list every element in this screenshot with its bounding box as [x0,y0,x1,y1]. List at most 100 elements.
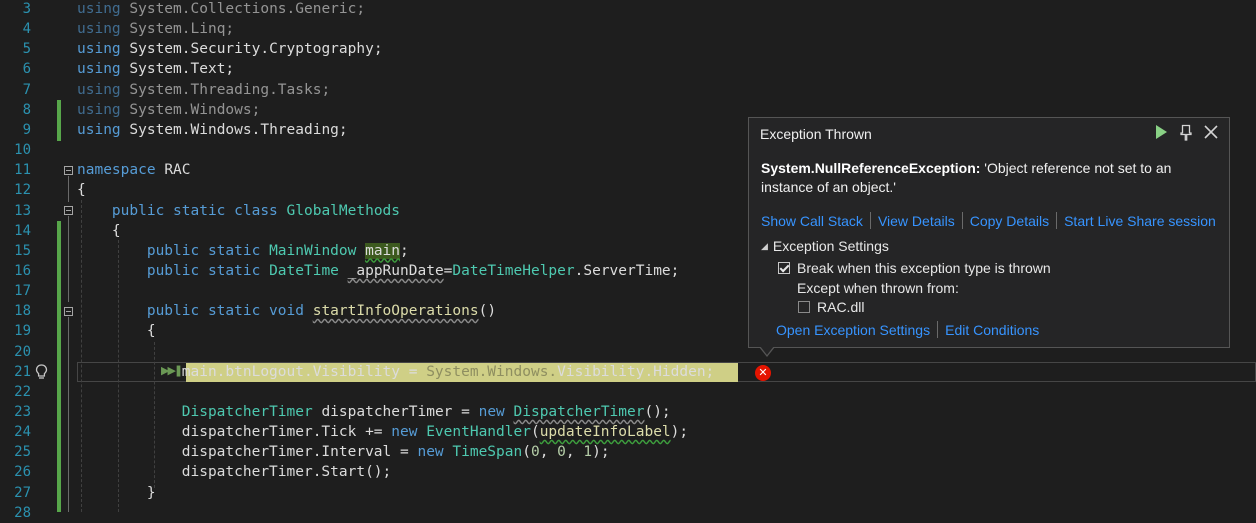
code-token: { [77,323,156,340]
code-line[interactable]: 22 [0,382,1256,402]
break-label: Break when this exception type is thrown [797,260,1051,276]
code-token: , [539,444,558,461]
line-number: 25 [14,444,31,461]
edit-conditions-link[interactable]: Edit Conditions [945,322,1039,338]
line-number: 15 [14,242,31,259]
code-text: using System.Text; [77,59,234,79]
code-token: using [77,21,130,38]
code-line[interactable]: 26 dispatcherTimer.Start(); [0,462,1256,482]
exception-helper-popup[interactable]: Exception Thrown System.NullReferenceExc… [748,117,1230,348]
code-token: () [478,303,497,320]
module-checkbox[interactable] [798,301,810,313]
code-token: dispatcherTimer.Start(); [77,464,392,481]
code-token: new [391,424,427,441]
code-text: public static MainWindow main; [77,241,409,261]
code-text: { [77,221,121,241]
code-token: DateTimeHelper [452,262,575,279]
code-token: using [77,1,130,17]
code-line[interactable]: 24 dispatcherTimer.Tick += new EventHand… [0,422,1256,442]
code-line[interactable]: 6 using System.Text; [0,59,1256,79]
execution-pointer-icon: ▶▶❚ [161,364,183,377]
code-token: ); [670,424,689,441]
code-token: .ServerTime; [574,262,680,279]
code-text: { [77,180,86,200]
code-text: dispatcherTimer.Interval = new TimeSpan(… [77,442,610,462]
copy-details-link[interactable]: Copy Details [970,213,1049,229]
line-number: 17 [14,283,31,300]
code-token: System.Text; [129,61,235,78]
line-number: 5 [22,41,31,58]
link-separator [961,212,963,229]
start-live-share-link[interactable]: Start Live Share session [1064,213,1216,229]
line-number: 24 [14,424,31,441]
code-token: dispatcherTimer = [321,404,479,420]
line-number: 19 [14,323,31,340]
code-token: (); [644,404,671,420]
code-token: using [77,61,130,78]
code-token: DispatcherTimer [181,404,322,420]
open-exception-settings-link[interactable]: Open Exception Settings [776,322,930,338]
exception-settings-label: Exception Settings [772,238,889,254]
error-icon[interactable]: ✕ [755,365,771,381]
exception-settings-toggle[interactable]: ◢ Exception Settings [761,238,889,254]
code-line[interactable]: 28 [0,503,1256,523]
code-text: } [77,483,156,503]
code-line[interactable]: 3 using System.Collections.Generic; [0,0,1256,19]
code-token: using [77,41,130,58]
code-token: System.Windows.Threading; [129,121,348,138]
code-text: namespace RAC [77,160,191,180]
code-token: _appRunDate [347,262,444,279]
code-token: System.Security.Cryptography; [129,41,383,58]
link-separator [1056,212,1058,229]
code-token: using [77,101,130,118]
code-token: System.Windows; [129,101,261,118]
line-number: 7 [22,81,31,98]
code-text: using System.Windows; [77,100,260,120]
code-text: using System.Security.Cryptography; [77,39,383,59]
code-token: 1 [583,444,593,461]
code-line[interactable]: 25 dispatcherTimer.Interval = new TimeSp… [0,442,1256,462]
pin-icon[interactable] [1178,123,1194,141]
code-line[interactable]: 23 DispatcherTimer dispatcherTimer = new… [0,402,1256,422]
continue-play-icon[interactable] [1153,123,1169,141]
code-token: public static [146,242,270,259]
show-call-stack-link[interactable]: Show Call Stack [761,213,863,229]
code-line[interactable]: 21 main.btnLogout.Visibility = System.Wi… [0,362,1256,382]
line-number: 26 [14,464,31,481]
line-number: 9 [22,121,31,138]
module-checkbox-row[interactable]: RAC.dll [798,299,864,315]
module-label: RAC.dll [817,299,865,315]
code-token: System.Windows. [426,363,558,380]
line-number: 10 [14,142,31,159]
code-line[interactable]: 27 } [0,483,1256,503]
code-text: dispatcherTimer.Tick += new EventHandler… [77,422,688,442]
code-text: { [77,321,156,341]
code-line[interactable]: 5 using System.Security.Cryptography; [0,39,1256,59]
code-token: using [77,81,130,98]
close-icon[interactable] [1203,123,1219,141]
code-token: MainWindow [269,242,366,259]
break-checkbox-row[interactable]: Break when this exception type is thrown [778,260,1051,276]
code-token: GlobalMethods [286,202,401,219]
code-token: main.btnLogout.Visibility = [77,363,427,380]
code-token: TimeSpan [452,444,523,461]
code-token: startInfoOperations [312,303,479,320]
code-token: using [77,121,130,138]
code-token: ; [400,242,409,259]
line-number: 8 [22,101,31,118]
code-line[interactable]: 7 using System.Threading.Tasks; [0,80,1256,100]
view-details-link[interactable]: View Details [878,213,955,229]
lightbulb-icon[interactable] [35,364,48,380]
code-token: Visibility.Hidden; [557,363,715,380]
break-checkbox[interactable] [778,262,790,274]
line-number: 6 [22,61,31,78]
code-token: public static [146,262,270,279]
code-line[interactable]: 4 using System.Linq; [0,19,1256,39]
code-token: public static void [146,303,313,320]
code-token: } [77,484,156,501]
code-text: using System.Linq; [77,19,234,39]
code-token: dispatcherTimer.Tick += [77,424,392,441]
